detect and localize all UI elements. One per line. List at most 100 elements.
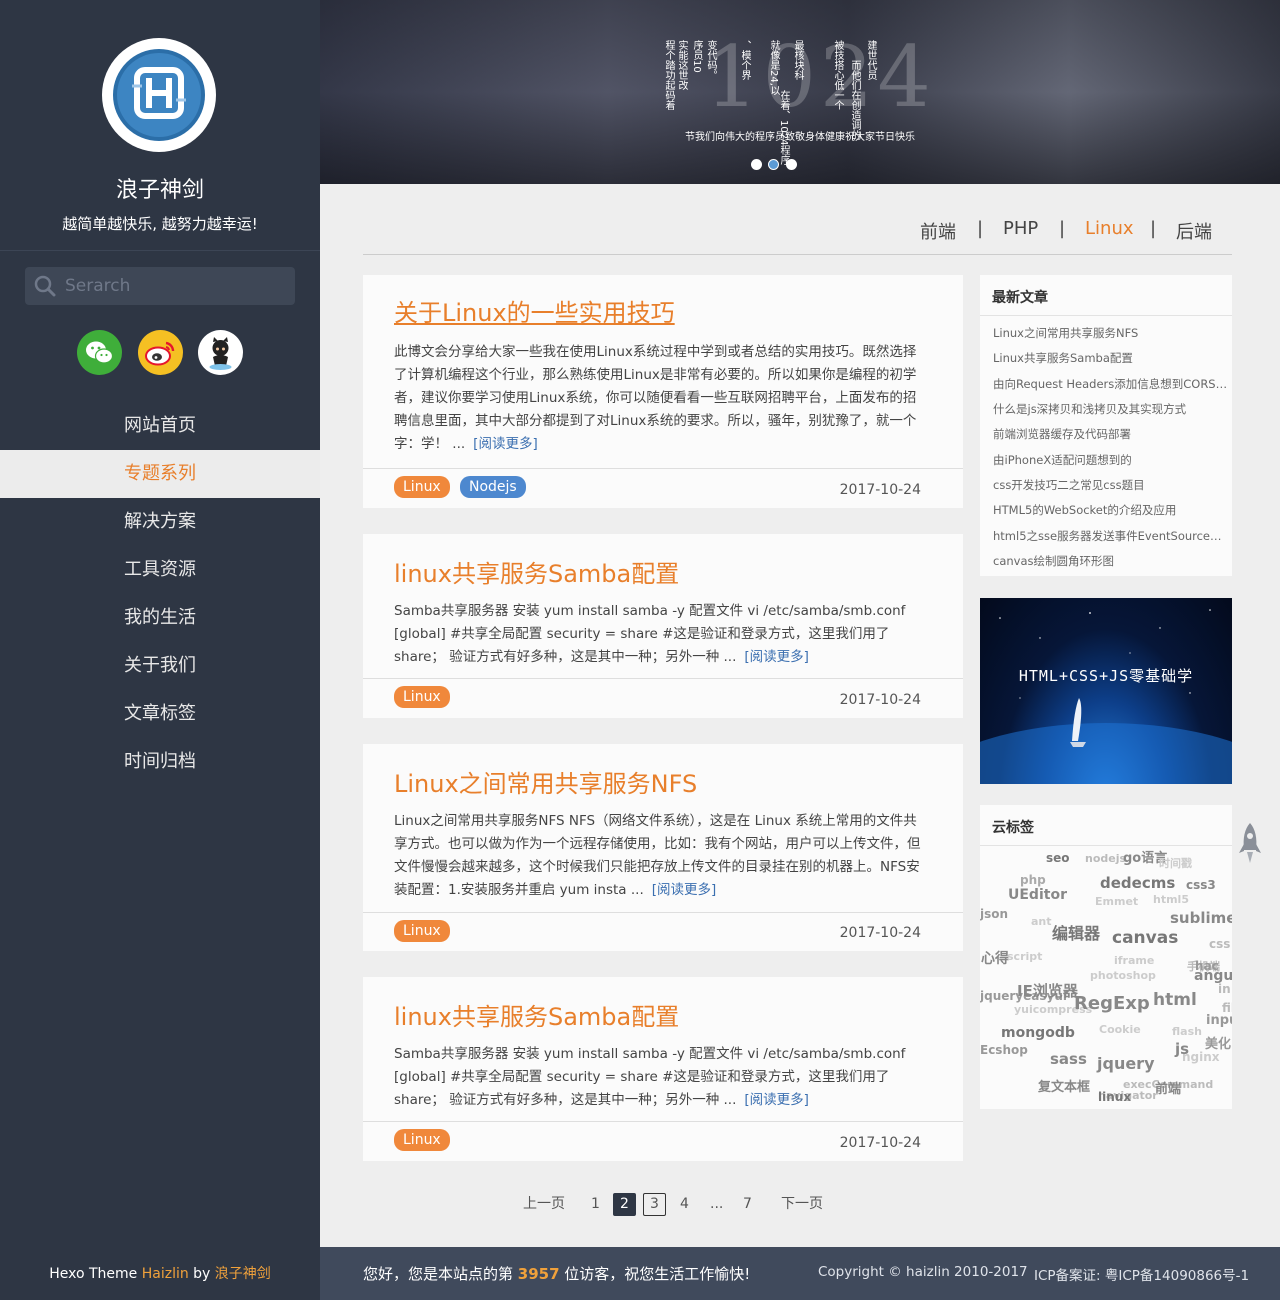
tag-cloud-word[interactable]: 复文本框 <box>1038 1076 1090 1095</box>
page-link[interactable]: 1 <box>591 1193 600 1216</box>
post-divider <box>363 678 963 679</box>
icp-license-link[interactable]: ICP备案证: 粤ICP备14090866号-1 <box>1034 1264 1249 1284</box>
github-link[interactable] <box>198 330 243 375</box>
prev-page-link[interactable]: 上一页 <box>523 1193 565 1216</box>
tag-linux[interactable]: Linux <box>394 686 450 708</box>
post-title[interactable]: 关于Linux的一些实用技巧 <box>394 293 675 328</box>
site-footer: 您好，您是本站点的第 3957 位访客，祝您生活工作愉快! Copyright … <box>320 1247 1280 1300</box>
recent-post-link[interactable]: 前端浏览器缓存及代码部署 <box>993 426 1228 442</box>
tag-cloud-word[interactable]: 心得 <box>981 948 1009 968</box>
recent-post-link[interactable]: Linux之间常用共享服务NFS <box>993 325 1228 341</box>
tag-cloud-word[interactable]: sublime <box>1170 909 1232 927</box>
banner-carousel[interactable]: 1024 程个踏功起码着 实能这世改 序员10 变代码。 、模个界 就像是24,… <box>320 0 1280 184</box>
tag-cloud-word[interactable]: seo <box>1046 851 1070 865</box>
tag-cloud-word[interactable]: nodejs <box>1085 852 1126 865</box>
tag-cloud-word[interactable]: jquery <box>1097 1054 1155 1073</box>
tag-cloud-word[interactable]: RegExp <box>1074 993 1150 1014</box>
carousel-dot-active[interactable] <box>768 159 779 170</box>
post-date: 2017-10-24 <box>839 482 921 498</box>
recent-post-link[interactable]: 由向Request Headers添加信息想到CORS ... <box>993 376 1228 392</box>
search-icon[interactable] <box>34 275 56 297</box>
course-ad-banner[interactable]: HTML+CSS+JS零基础学 <box>980 598 1232 784</box>
tag-cloud-word[interactable]: linux <box>1098 1090 1131 1104</box>
tag-cloud-word[interactable]: inpu <box>1206 1013 1232 1028</box>
tag-cloud-word[interactable]: 前端 <box>1155 1078 1181 1097</box>
tag-linux[interactable]: Linux <box>394 476 450 498</box>
carousel-dot[interactable] <box>786 159 797 170</box>
tag-cloud-word[interactable]: css <box>1209 937 1230 951</box>
tag-cloud-word[interactable]: json <box>980 907 1008 921</box>
post-card: linux共享服务Samba配置 Samba共享服务器 安装 yum insta… <box>363 977 963 1161</box>
tab-backend[interactable]: 后端 <box>1176 218 1212 244</box>
tag-cloud-word[interactable]: Ecshop <box>980 1043 1028 1057</box>
tag-cloud-word[interactable]: in <box>1218 982 1231 996</box>
tag-nodejs[interactable]: Nodejs <box>460 476 526 498</box>
recent-post-link[interactable]: HTML5的WebSocket的介绍及应用 <box>993 502 1228 518</box>
nav-item-tags[interactable]: 文章标签 <box>0 690 320 738</box>
nav-item-archive[interactable]: 时间归档 <box>0 738 320 786</box>
post-title[interactable]: linux共享服务Samba配置 <box>394 554 679 589</box>
carousel-dot[interactable] <box>751 159 762 170</box>
recent-post-link[interactable]: Linux共享服务Samba配置 <box>993 350 1228 366</box>
wechat-link[interactable] <box>77 330 122 375</box>
recent-post-link[interactable]: 由iPhoneX适配问题想到的 <box>993 452 1228 468</box>
next-page-link[interactable]: 下一页 <box>781 1193 823 1216</box>
page-link[interactable]: 7 <box>743 1193 752 1216</box>
search-input[interactable] <box>65 267 287 305</box>
theme-link[interactable]: Haizlin <box>142 1266 189 1282</box>
nav-item-about[interactable]: 关于我们 <box>0 642 320 690</box>
nav-item-tools[interactable]: 工具资源 <box>0 546 320 594</box>
tag-cloud-word[interactable]: nginx <box>1182 1050 1220 1064</box>
tag-cloud-word[interactable]: sass <box>1050 1050 1087 1068</box>
tag-cloud-word[interactable]: IE浏览器 <box>1017 980 1078 1001</box>
recent-post-link[interactable]: 什么是js深拷贝和浅拷贝及其实现方式 <box>993 401 1228 417</box>
tag-cloud-word[interactable]: canvas <box>1112 928 1178 948</box>
weibo-link[interactable] <box>138 330 183 375</box>
tag-cloud-word[interactable]: flash <box>1172 1025 1202 1038</box>
tab-frontend[interactable]: 前端 <box>920 218 956 244</box>
read-more-link[interactable]: [阅读更多] <box>744 1092 809 1108</box>
tag-cloud-word[interactable]: ant <box>1031 915 1052 928</box>
tag-cloud-word[interactable]: html5 <box>1153 893 1189 906</box>
nav-item-solutions[interactable]: 解决方案 <box>0 498 320 546</box>
avatar[interactable] <box>102 38 216 152</box>
nav-item-home[interactable]: 网站首页 <box>0 402 320 450</box>
page-link[interactable]: 3 <box>643 1193 666 1216</box>
author-link[interactable]: 浪子神剑 <box>215 1266 271 1282</box>
nav-item-life[interactable]: 我的生活 <box>0 594 320 642</box>
tag-cloud-word[interactable]: Cookie <box>1099 1023 1141 1036</box>
page-current[interactable]: 2 <box>613 1193 636 1216</box>
banner-column: 序员10 <box>691 40 702 73</box>
tag-cloud-word[interactable]: Emmet <box>1095 895 1138 908</box>
tag-cloud-word[interactable]: css3 <box>1186 878 1216 892</box>
tag-cloud-word[interactable]: UEditor <box>1008 887 1067 903</box>
visitor-suffix: 位访客，祝您生活工作愉快! <box>559 1265 751 1283</box>
post-title[interactable]: linux共享服务Samba配置 <box>394 997 679 1032</box>
tab-linux[interactable]: Linux <box>1085 218 1134 239</box>
nav-item-topics[interactable]: 专题系列 <box>0 450 320 498</box>
tag-cloud-word[interactable]: 编辑器 <box>1052 920 1100 944</box>
tag-cloud-word[interactable]: html <box>1153 990 1197 1010</box>
tag-cloud-word[interactable]: script <box>1007 950 1042 963</box>
recent-post-link[interactable]: html5之sse服务器发送事件EventSource介绍 <box>993 528 1228 544</box>
tag-linux[interactable]: Linux <box>394 1129 450 1151</box>
sidebar-divider <box>0 250 320 251</box>
read-more-link[interactable]: [阅读更多] <box>744 649 809 665</box>
tag-cloud-word[interactable]: iframe <box>1114 954 1154 967</box>
page-link[interactable]: 4 <box>680 1193 689 1216</box>
read-more-link[interactable]: [阅读更多] <box>652 882 717 898</box>
tab-php[interactable]: PHP <box>1003 218 1038 239</box>
tag-linux[interactable]: Linux <box>394 920 450 942</box>
tag-cloud-word[interactable]: mongodb <box>1001 1025 1075 1041</box>
tag-cloud-word[interactable]: photoshop <box>1090 969 1156 982</box>
banner-column: 、模个界 <box>739 40 750 80</box>
tag-cloud-word[interactable]: php <box>1020 873 1046 887</box>
read-more-link[interactable]: [阅读更多] <box>473 436 538 452</box>
post-title[interactable]: Linux之间常用共享服务NFS <box>394 764 697 799</box>
tag-cloud-word[interactable]: dedecms <box>1100 874 1175 892</box>
recent-post-link[interactable]: css开发技巧二之常见css题目 <box>993 477 1228 493</box>
recent-post-link[interactable]: canvas绘制圆角环形图 <box>993 553 1228 569</box>
tag-cloud-word[interactable]: 时间戳 <box>1159 855 1192 871</box>
tab-separator: | <box>1150 218 1157 239</box>
back-to-top-rocket-icon[interactable] <box>1238 822 1262 864</box>
